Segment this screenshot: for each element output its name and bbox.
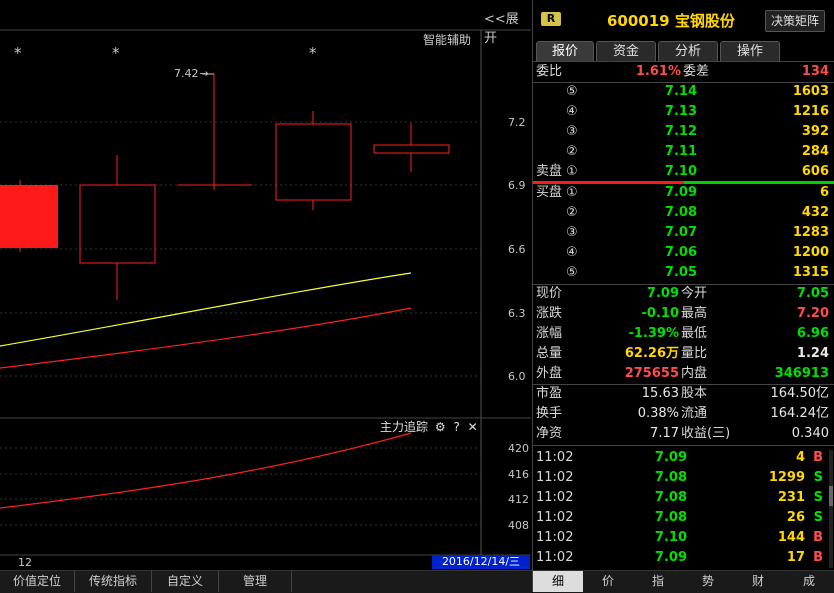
stock-title: 600019 宝钢股份 (607, 12, 735, 30)
buy-level-3[interactable]: ③ 7.07 1283 (533, 223, 834, 243)
scrollbar-thumb[interactable] (829, 486, 833, 506)
tab-funds[interactable]: 资金 (596, 41, 656, 61)
tab-operation[interactable]: 操作 (720, 41, 780, 61)
tick-row: 11:02 7.08 1299 S (536, 470, 823, 485)
ma-line-2 (0, 307, 412, 369)
star-marker: * (112, 44, 120, 62)
fund-row: 换手 0.38% 流通 164.24亿 (536, 406, 829, 421)
panel-bottom-tabs: 细 价 指 势 财 成 (533, 570, 834, 593)
ticks-scrollbar[interactable] (829, 450, 833, 568)
date-label: 2016/12/14/三 (432, 555, 530, 569)
high-price-marker: 7.42→ (174, 67, 209, 80)
quote-row: 总量 62.26万 量比 1.24 (536, 346, 829, 361)
tick-row: 11:02 7.08 26 S (536, 510, 823, 525)
ma-line-1 (0, 272, 412, 347)
price-tick: 6.6 (508, 243, 526, 256)
tab-deal[interactable]: 成 (783, 571, 834, 592)
main-force-line (0, 432, 412, 509)
price-tick: 6.0 (508, 370, 526, 383)
sell-level-4[interactable]: ④ 7.13 1216 (533, 102, 834, 122)
sub-tick: 412 (508, 493, 529, 506)
weibi-row: 委比 1.61% 委差 134 (533, 62, 834, 82)
sub-tick: 420 (508, 442, 529, 455)
sell-level-1[interactable]: 卖盘 ① 7.10 606 (533, 162, 834, 182)
kline-svg (0, 29, 531, 556)
buy-level-1[interactable]: 买盘 ① 7.09 6 (533, 183, 834, 203)
buy-level-5[interactable]: ⑤ 7.05 1315 (533, 263, 834, 283)
quote-tabs: 报价 资金 分析 操作 (533, 41, 834, 62)
price-tick: 7.2 (508, 116, 526, 129)
tab-trend[interactable]: 势 (683, 571, 733, 592)
candle-2 (79, 155, 156, 300)
smart-assist-label[interactable]: 智能辅助 (423, 31, 471, 48)
kline-chart[interactable]: <<展开 智能辅助 * * * 7.42→ 7.2 6.9 6.6 6.3 6.… (0, 0, 531, 569)
tick-row: 11:02 7.08 231 S (536, 490, 823, 505)
quote-row: 涨跌 -0.10 最高 7.20 (536, 306, 829, 321)
fund-row: 净资 7.17 收益(三) 0.340 (536, 426, 829, 441)
axis-number: 12 (18, 556, 32, 569)
star-marker: * (14, 44, 22, 62)
help-icon[interactable]: ? (453, 420, 459, 434)
tab-quote[interactable]: 报价 (536, 41, 594, 61)
expand-button[interactable]: <<展开 (484, 8, 531, 46)
tick-row: 11:02 7.09 17 B (536, 550, 823, 565)
sub-tick: 408 (508, 519, 529, 532)
sell-level-2[interactable]: ② 7.11 284 (533, 142, 834, 162)
grid-lines (0, 121, 481, 526)
tab-price[interactable]: 价 (583, 571, 633, 592)
quote-row: 涨幅 -1.39% 最低 6.96 (536, 326, 829, 341)
r-badge: R (541, 12, 561, 26)
tab-index[interactable]: 指 (633, 571, 683, 592)
tab-value-positioning[interactable]: 价值定位 (0, 571, 75, 592)
star-marker: * (309, 44, 317, 62)
tab-analysis[interactable]: 分析 (658, 41, 718, 61)
fund-row: 市盈 15.63 股本 164.50亿 (536, 386, 829, 401)
tab-finance[interactable]: 财 (733, 571, 783, 592)
gear-icon[interactable]: ⚙ (435, 420, 446, 434)
sub-tick: 416 (508, 468, 529, 481)
weicha-value: 134 (801, 64, 829, 79)
weicha-label: 委差 (683, 64, 710, 79)
weibi-value: 1.61% (635, 64, 681, 79)
buy-level-2[interactable]: ② 7.08 432 (533, 203, 834, 223)
candle-3 (178, 74, 252, 190)
tab-detail[interactable]: 细 (533, 571, 583, 592)
candle-4 (275, 111, 352, 210)
main-force-title: 主力追踪 ⚙ ? ✕ (380, 420, 478, 434)
candle-5 (373, 123, 450, 172)
price-tick: 6.9 (508, 179, 526, 192)
tab-traditional-indicators[interactable]: 传统指标 (75, 571, 152, 592)
tab-manage[interactable]: 管理 (219, 571, 292, 592)
tab-custom[interactable]: 自定义 (152, 571, 219, 592)
tick-row: 11:02 7.10 144 B (536, 530, 823, 545)
close-icon[interactable]: ✕ (468, 420, 478, 434)
indicator-tabs: 价值定位 传统指标 自定义 管理 (0, 570, 532, 593)
sell-level-5[interactable]: ⑤ 7.14 1603 (533, 82, 834, 102)
tick-row: 11:02 7.09 4 B (536, 450, 823, 465)
candle-1 (0, 180, 58, 252)
quote-panel: R 600019 宝钢股份 决策矩阵 报价 资金 分析 操作 委比 1.61% … (532, 0, 834, 593)
price-tick: 6.3 (508, 307, 526, 320)
quote-row: 现价 7.09 今开 7.05 (536, 286, 829, 301)
decision-matrix-button[interactable]: 决策矩阵 (765, 10, 825, 32)
buy-level-4[interactable]: ④ 7.06 1200 (533, 243, 834, 263)
weibi-label: 委比 (536, 64, 563, 79)
sell-level-3[interactable]: ③ 7.12 392 (533, 122, 834, 142)
quote-row: 外盘 275655 内盘 346913 (536, 366, 829, 381)
